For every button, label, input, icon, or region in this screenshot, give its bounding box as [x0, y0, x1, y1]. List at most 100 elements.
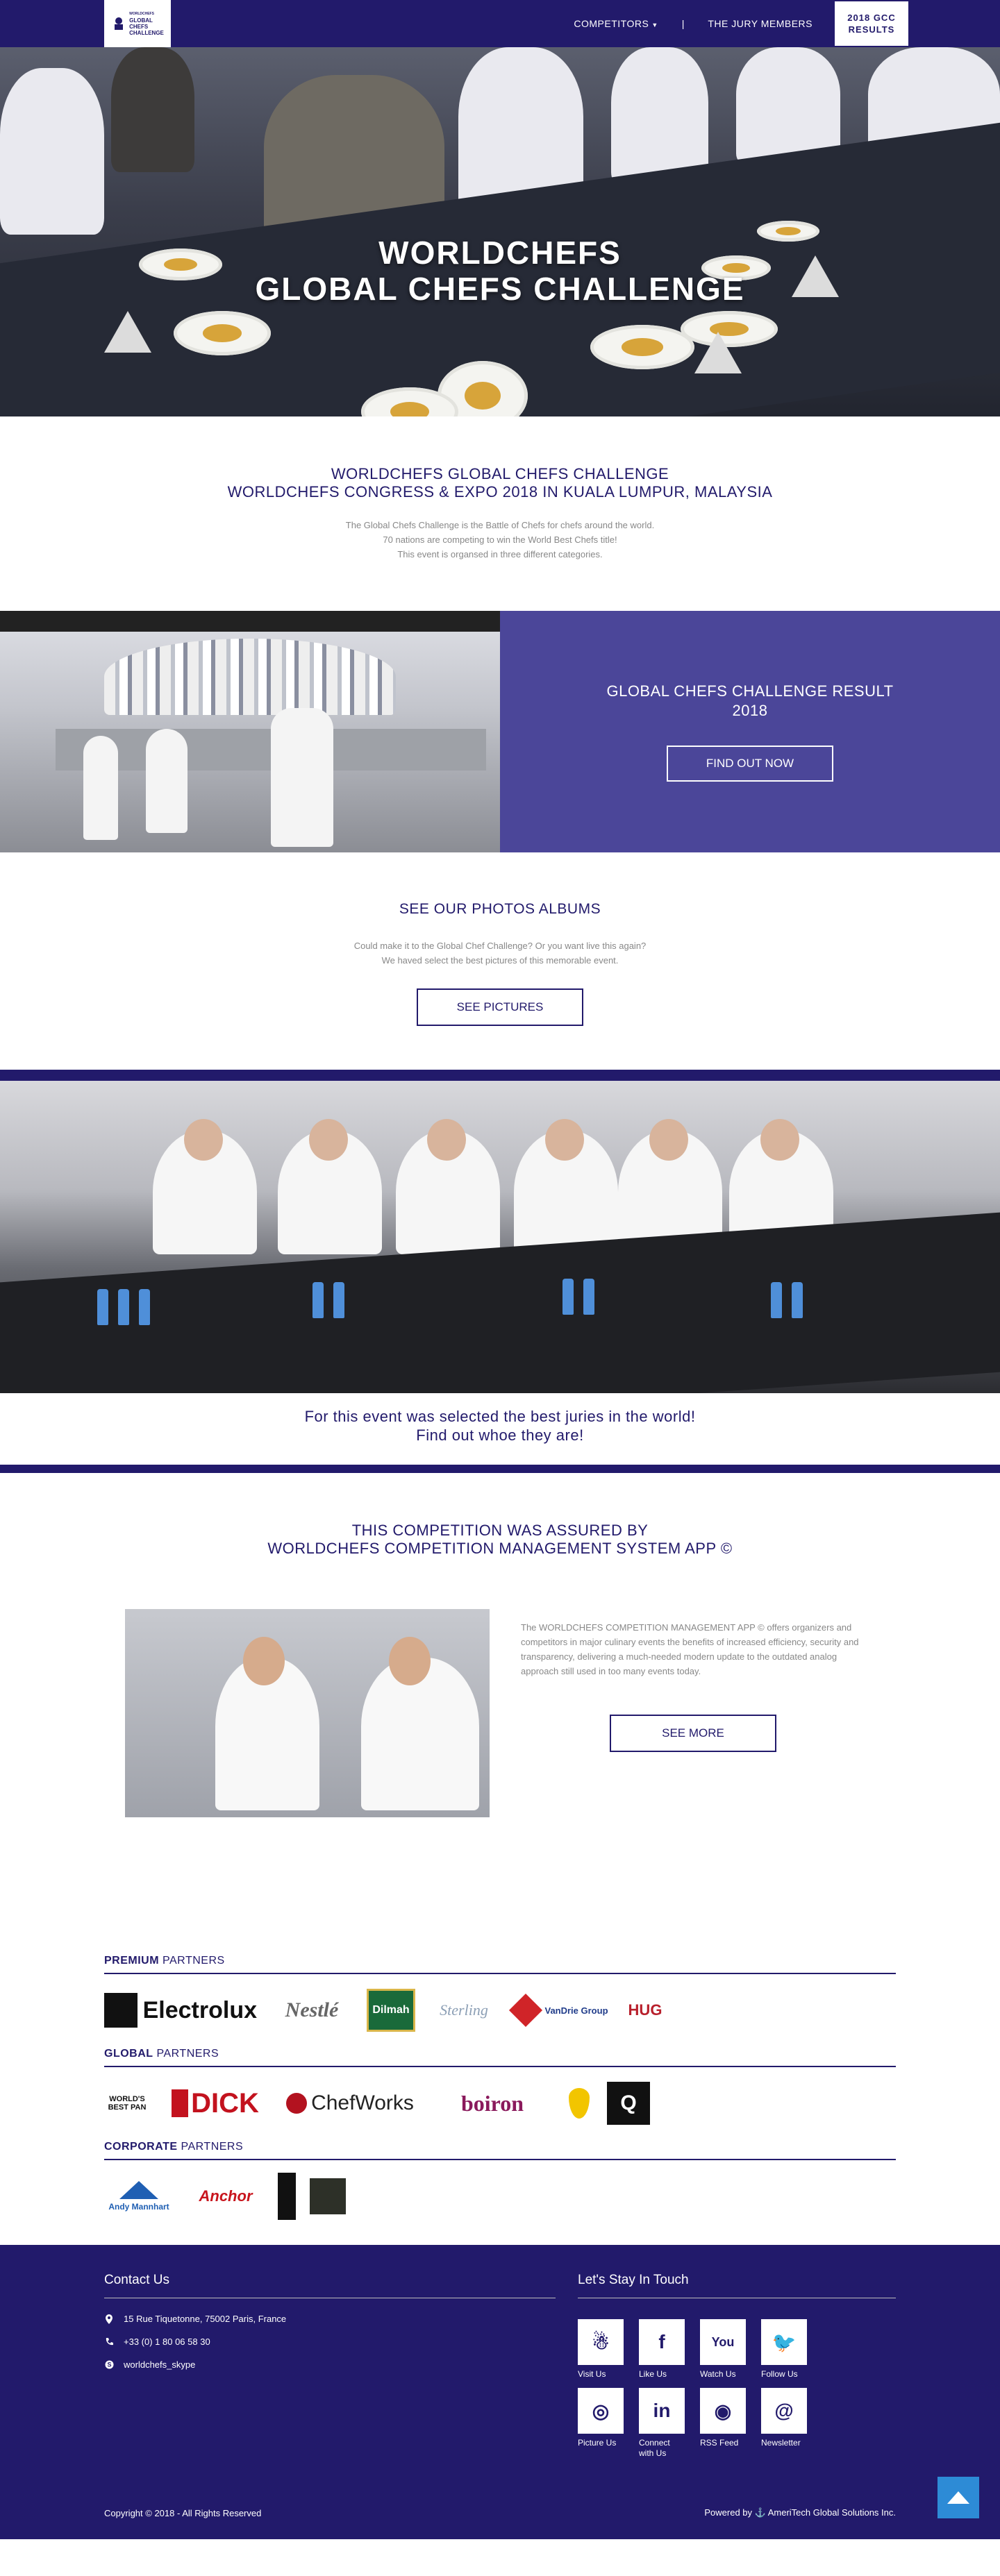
jury-text-line-2: Find out whoe they are!	[416, 1426, 584, 1444]
newsletter-icon: @	[761, 2388, 807, 2434]
electrolux-logo-text: Electrolux	[142, 1996, 257, 2023]
result-heading: GLOBAL CHEFS CHALLENGE RESULT 2018	[606, 682, 893, 721]
powered-by[interactable]: Powered by ⚓ AmeriTech Global Solutions …	[704, 2507, 896, 2518]
social-label: Follow Us	[761, 2369, 798, 2379]
andy-mannhart-logo[interactable]: Andy Mannhart	[104, 2179, 174, 2214]
electrolux-mark-icon	[104, 1993, 138, 2028]
partners-section: PREMIUM PARTNERS Electrolux Nestlé Dilma…	[0, 1889, 1000, 2245]
drop-icon	[569, 2088, 590, 2119]
social-rss[interactable]: ◉ RSS Feed	[700, 2388, 746, 2459]
touch-title: Let's Stay In Touch	[578, 2273, 896, 2298]
sterling-logo[interactable]: Sterling	[429, 1993, 499, 2028]
kitchen-photo-chef	[271, 708, 333, 847]
drop-logo[interactable]	[565, 2084, 593, 2123]
social-newsletter[interactable]: @ Newsletter	[761, 2388, 807, 2459]
social-label: Visit Us	[578, 2369, 606, 2379]
see-pictures-button[interactable]: SEE PICTURES	[417, 988, 583, 1026]
result-section: GLOBAL CHEFS CHALLENGE RESULT 2018 FIND …	[0, 611, 1000, 852]
social-label: Picture Us	[578, 2438, 617, 2448]
boiron-logo[interactable]: boiron	[433, 2085, 551, 2122]
worlds-best-pan-logo[interactable]: WORLD'S BEST PAN	[104, 2083, 150, 2123]
scroll-to-top-button[interactable]	[938, 2477, 979, 2518]
see-more-button[interactable]: SEE MORE	[610, 1715, 776, 1752]
q-logo[interactable]: Q	[607, 2082, 650, 2125]
electrolux-logo[interactable]: Electrolux	[104, 1993, 257, 2028]
nav-separator: |	[681, 18, 685, 29]
hero-title-line-1: WORLDCHEFS	[378, 235, 622, 271]
dark-square-logo[interactable]	[310, 2178, 346, 2214]
dilmah-logo[interactable]: Dilmah	[367, 1989, 415, 2032]
contact-column: Contact Us 15 Rue Tiquetonne, 75002 Pari…	[104, 2273, 556, 2370]
find-out-now-button[interactable]: FIND OUT NOW	[667, 746, 833, 782]
app-section: THIS COMPETITION WAS ASSURED BY WORLDCHE…	[0, 1473, 1000, 1889]
social-visit[interactable]: ☃ Visit Us	[578, 2319, 624, 2380]
phone-line[interactable]: +33 (0) 1 80 06 58 30	[104, 2337, 556, 2347]
intro-text-line-3: This event is organsed in three differen…	[397, 549, 603, 559]
phone-icon	[104, 2337, 114, 2347]
intro-heading: WORLDCHEFS GLOBAL CHEFS CHALLENGE WORLDC…	[0, 465, 1000, 501]
kitchen-photo-chef	[83, 736, 118, 840]
jury-photo-head	[760, 1119, 799, 1161]
facebook-icon: f	[639, 2319, 685, 2365]
social-instagram[interactable]: ◎ Picture Us	[578, 2388, 624, 2459]
jury-photo-bottle	[792, 1282, 803, 1318]
social-facebook[interactable]: f Like Us	[639, 2319, 685, 2380]
jury-link-text[interactable]: For this event was selected the best jur…	[0, 1393, 1000, 1465]
premium-partners-title-bold: PREMIUM	[104, 1955, 160, 1967]
jury-photo-bottle	[562, 1279, 574, 1315]
site-logo[interactable]: WORLDCHEFS GLOBAL CHEFS CHALLENGE	[104, 0, 171, 47]
chefworks-logo-text: ChefWorks	[311, 2091, 414, 2114]
app-photo-face	[243, 1637, 285, 1685]
social-linkedin[interactable]: in Connect with Us	[639, 2388, 685, 2459]
kitchen-photo-crowd	[104, 639, 396, 715]
hero-photo-place-card	[694, 332, 742, 373]
dick-logo[interactable]: DICK	[164, 2085, 267, 2121]
kitchen-photo-chef	[146, 729, 188, 833]
social-youtube[interactable]: You Watch Us	[700, 2319, 746, 2380]
logo-small: WORLDCHEFS	[129, 12, 154, 16]
black-tall-logo[interactable]	[278, 2173, 296, 2220]
nav-results-button[interactable]: 2018 GCC RESULTS	[833, 0, 910, 47]
linkedin-icon: in	[639, 2388, 685, 2434]
worlds-best-pan-line-2: BEST PAN	[108, 2103, 147, 2112]
social-column: Let's Stay In Touch ☃ Visit Us f Like Us Y…	[578, 2273, 896, 2459]
nestle-logo[interactable]: Nestlé	[271, 1992, 353, 2028]
worlds-best-pan-line-1: WORLD'S	[109, 2095, 145, 2103]
nav-jury-members[interactable]: THE JURY MEMBERS	[708, 18, 812, 29]
result-panel: GLOBAL CHEFS CHALLENGE RESULT 2018 FIND …	[500, 611, 1000, 852]
app-photo-face	[389, 1637, 431, 1685]
address-text: 15 Rue Tiquetonne, 75002 Paris, France	[124, 2314, 287, 2324]
app-photo	[125, 1609, 490, 1817]
skype-line[interactable]: S worldchefs_skype	[104, 2359, 556, 2370]
intro-heading-line-2: WORLDCHEFS CONGRESS & EXPO 2018 IN KUALA…	[227, 483, 773, 500]
result-heading-line-2: 2018	[732, 702, 768, 719]
jury-photo-bottle	[333, 1282, 344, 1318]
hug-logo[interactable]: HUG	[624, 1991, 667, 2030]
instagram-icon: ◎	[578, 2388, 624, 2434]
arrow-up-icon	[947, 2491, 969, 2504]
anchor-logo[interactable]: Anchor	[188, 2177, 264, 2216]
corporate-partners-title-suffix: PARTNERS	[181, 2141, 244, 2153]
intro-section: WORLDCHEFS GLOBAL CHEFS CHALLENGE WORLDC…	[0, 416, 1000, 611]
corporate-partners-title-bold: CORPORATE	[104, 2141, 178, 2153]
corporate-partners-title: CORPORATE PARTNERS	[104, 2141, 896, 2160]
vandrie-logo[interactable]: VanDrie Group	[509, 1993, 610, 2028]
jury-photo-bottle	[771, 1282, 782, 1318]
vandrie-mark-icon	[509, 1993, 543, 2028]
logo-text: WORLDCHEFS GLOBAL CHEFS CHALLENGE	[129, 11, 164, 36]
site-footer: Contact Us 15 Rue Tiquetonne, 75002 Pari…	[0, 2245, 1000, 2539]
social-twitter[interactable]: 🐦 Follow Us	[761, 2319, 807, 2380]
intro-text-line-1: The Global Chefs Challenge is the Battle…	[345, 520, 655, 530]
jury-photo-bottle	[312, 1282, 324, 1318]
chefworks-logo[interactable]: ChefWorks	[281, 2086, 419, 2121]
section-divider	[0, 1465, 1000, 1473]
jury-photo-head	[309, 1119, 348, 1161]
app-heading-line-1: THIS COMPETITION WAS ASSURED BY	[351, 1522, 649, 1539]
logo-line-2: CHEFS	[129, 24, 149, 30]
location-icon	[104, 2314, 114, 2324]
jury-photo-bottle	[583, 1279, 594, 1315]
rss-icon: ◉	[700, 2388, 746, 2434]
nav-competitors[interactable]: COMPETITORS ▼	[574, 18, 658, 29]
logo-line-3: CHALLENGE	[129, 30, 164, 36]
jury-photo[interactable]	[0, 1081, 1000, 1393]
